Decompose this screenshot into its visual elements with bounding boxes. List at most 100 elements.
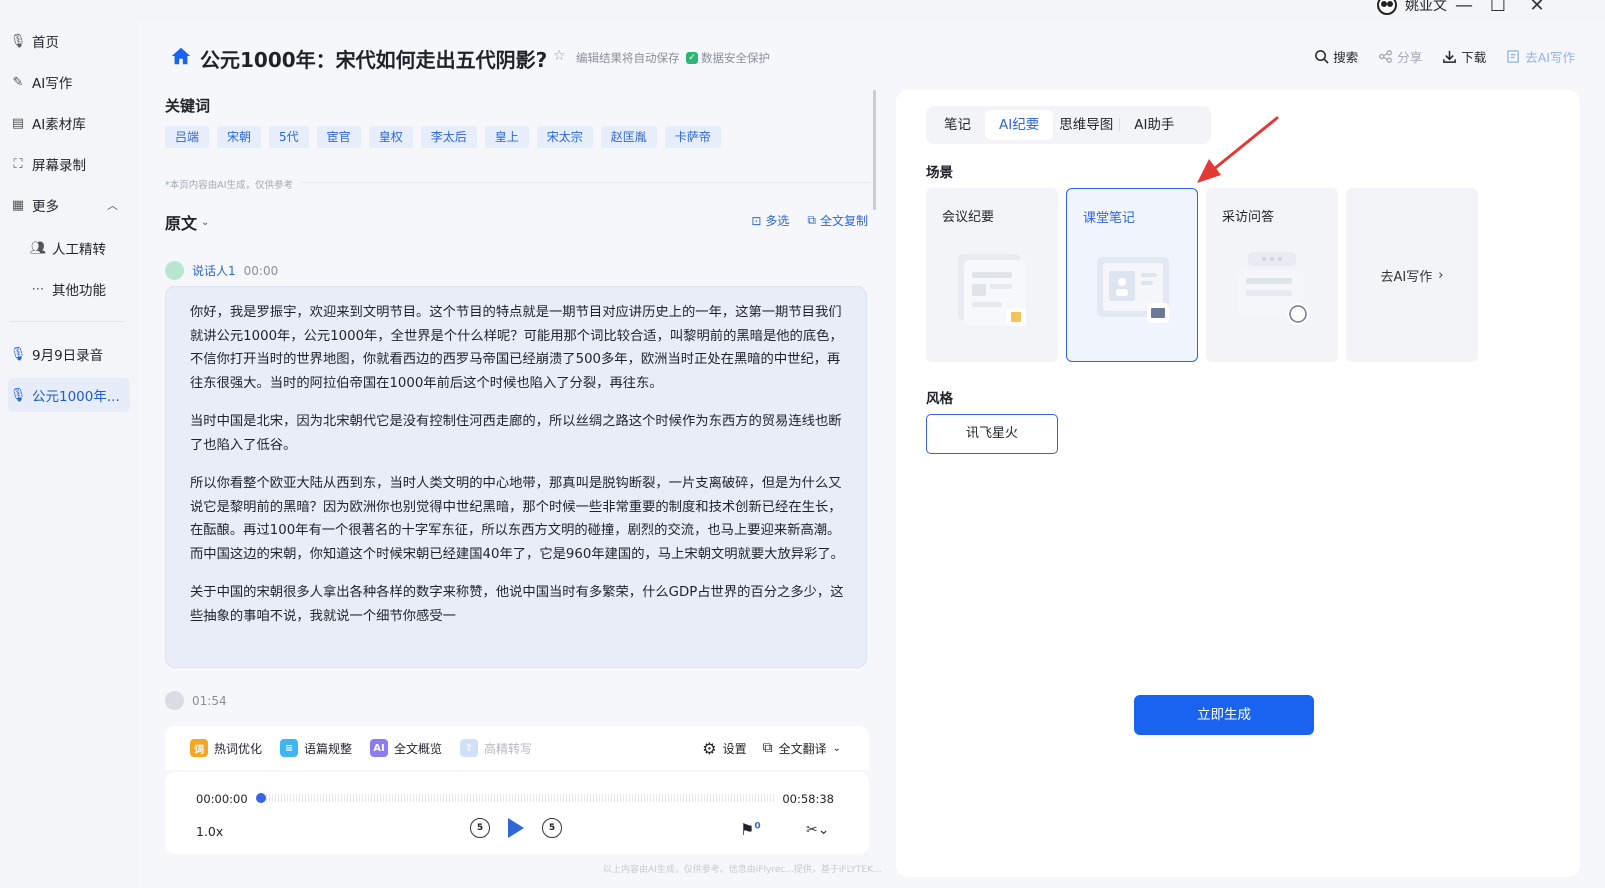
keyword-tag[interactable]: 5代 bbox=[269, 126, 309, 148]
original-text-dropdown[interactable]: 原文 ⌄ bbox=[165, 210, 209, 234]
sidebar-item-current-recording[interactable]: 🎙︎ 公元1000年... bbox=[8, 378, 130, 412]
hd-transcribe-button[interactable]: ⇧ 高精转写 bbox=[460, 739, 532, 757]
go-ai-writing-label: 去AI写作 bbox=[1380, 269, 1433, 285]
translate-label: 全文翻译 bbox=[778, 741, 827, 756]
sidebar-item-label: 9月9日录音 bbox=[32, 348, 104, 364]
scrollbar[interactable] bbox=[873, 90, 876, 210]
tab-ai-assistant[interactable]: AI助手 bbox=[1120, 110, 1188, 140]
page-title[interactable]: 公元1000年：宋代如何走出五代阴影? bbox=[200, 44, 547, 73]
maximize-icon[interactable]: ☐ bbox=[1486, 0, 1510, 16]
minimize-icon[interactable]: — bbox=[1452, 0, 1476, 16]
keywords-title: 关键词 bbox=[165, 97, 211, 115]
speaker-header: 01:54 bbox=[165, 691, 227, 710]
library-icon: ▤ bbox=[11, 115, 25, 131]
overview-button[interactable]: AI 全文概览 bbox=[370, 739, 442, 757]
sidebar-item-label: 公元1000年... bbox=[32, 389, 120, 405]
ai-panel: 笔记 AI纪要 思维导图 AI助手 场景 会议纪要 课堂笔记 采访问答 去AI写… bbox=[896, 90, 1580, 877]
hd-transcribe-label: 高精转写 bbox=[484, 741, 533, 756]
tab-mind-map[interactable]: 思维导图 bbox=[1053, 110, 1119, 140]
speed-button[interactable]: 1.0x bbox=[196, 824, 223, 839]
ai-write-button[interactable]: 去AI写作 bbox=[1506, 47, 1575, 66]
style-option-spark[interactable]: 讯飞星火 bbox=[926, 414, 1058, 454]
keyword-tag[interactable]: 宋朝 bbox=[217, 126, 262, 148]
speaker-timestamp[interactable]: 01:54 bbox=[192, 694, 227, 708]
grid-icon: ▦ bbox=[11, 197, 25, 213]
multi-select-label: 多选 bbox=[765, 214, 790, 228]
transcript-paragraph[interactable]: 所以你看整个欧亚大陆从西到东，当时人类文明的中心地带，那真叫是脱钩断裂，一片支离… bbox=[190, 472, 844, 566]
user-profile[interactable]: 姚亚文 bbox=[1377, 0, 1447, 15]
scene-section-label: 场景 bbox=[926, 165, 953, 181]
sidebar-item-recording-sep9[interactable]: 🎙︎ 9月9日录音 bbox=[8, 337, 130, 371]
keyword-tag[interactable]: 宦官 bbox=[316, 126, 361, 148]
paragraph-label: 语篇规整 bbox=[304, 741, 353, 756]
tab-ai-summary[interactable]: AI纪要 bbox=[985, 110, 1054, 140]
sidebar-item-screen-record[interactable]: ⛶ 屏幕录制 bbox=[8, 147, 130, 181]
keyword-tag[interactable]: 吕端 bbox=[165, 126, 210, 148]
generate-button[interactable]: 立即生成 bbox=[1134, 695, 1314, 735]
forward-5-button[interactable]: 5 bbox=[542, 818, 562, 838]
download-button[interactable]: 下载 bbox=[1442, 47, 1486, 66]
progress-knob[interactable] bbox=[256, 793, 266, 803]
settings-button[interactable]: ⚙ 设置 bbox=[702, 739, 746, 758]
rewind-5-button[interactable]: 5 bbox=[470, 818, 490, 838]
search-label: 搜索 bbox=[1333, 50, 1359, 65]
sidebar-item-ai-writing[interactable]: ✎ AI写作 bbox=[8, 65, 130, 99]
keyword-tag[interactable]: 赵匡胤 bbox=[600, 126, 657, 148]
toolbar-right: ⚙ 设置 ⧉ 全文翻译 ⌄ bbox=[702, 739, 869, 758]
ai-generated-note: *本页内容由AI生成，仅供参考 bbox=[165, 180, 294, 191]
speaker-timestamp[interactable]: 00:00 bbox=[244, 264, 279, 278]
progress-track[interactable] bbox=[256, 793, 775, 803]
home-icon[interactable] bbox=[170, 45, 192, 67]
close-icon[interactable]: ✕ bbox=[1525, 0, 1549, 16]
transcript-pane: 关键词 吕端 宋朝 5代 宦官 皇权 李太后 皇上 宋太宗 赵匡胤 卡萨帝 *本… bbox=[165, 90, 871, 888]
sidebar-item-home[interactable]: 🎙︎ 首页 bbox=[8, 24, 130, 58]
sidebar-item-other-features[interactable]: ⋯ 其他功能 bbox=[8, 272, 130, 306]
search-icon bbox=[1315, 50, 1329, 64]
copy-all-label: 全文复制 bbox=[819, 214, 868, 228]
tab-notes[interactable]: 笔记 bbox=[930, 110, 985, 140]
sidebar-item-ai-library[interactable]: ▤ AI素材库 bbox=[8, 106, 130, 140]
share-button[interactable]: 分享 bbox=[1378, 47, 1422, 66]
star-icon[interactable]: ☆ bbox=[553, 48, 566, 64]
download-icon bbox=[1443, 50, 1457, 63]
scene-label: 课堂笔记 bbox=[1083, 211, 1136, 226]
autosave-note: 编辑结果将自动保存 bbox=[576, 51, 680, 65]
search-button[interactable]: 搜索 bbox=[1314, 47, 1358, 66]
flag-button[interactable]: ⚑0 bbox=[740, 820, 761, 839]
multi-select-button[interactable]: ⊡ 多选 bbox=[751, 212, 789, 229]
sidebar-item-label: 屏幕录制 bbox=[32, 158, 86, 174]
transcript-paragraph[interactable]: 当时中国是北宋，因为北宋朝代它是没有控制住河西走廊的，所以丝绸之路这个时候作为东… bbox=[190, 410, 844, 457]
sidebar-item-human-transcribe[interactable]: 👥︎ 人工精转 bbox=[8, 231, 130, 265]
sidebar-item-label: AI写作 bbox=[32, 76, 73, 92]
sidebar-item-label: 更多 bbox=[32, 199, 59, 215]
keyword-tag[interactable]: 皇上 bbox=[484, 126, 529, 148]
paragraph-button[interactable]: ≡ 语篇规整 bbox=[280, 739, 352, 757]
panda-avatar-icon bbox=[1377, 0, 1397, 15]
keyword-tag[interactable]: 李太后 bbox=[420, 126, 477, 148]
transcript-paragraph[interactable]: 你好，我是罗振宇，欢迎来到文明节目。这个节目的特点就是一期节目对应讲历史上的一年… bbox=[190, 301, 844, 395]
go-ai-writing-card[interactable]: 去AI写作 › bbox=[1346, 188, 1478, 362]
scissors-icon[interactable]: ✂⌄ bbox=[806, 822, 829, 838]
keyword-tag[interactable]: 宋太宗 bbox=[536, 126, 593, 148]
transcript-paragraph[interactable]: 关于中国的宋朝很多人拿出各种各样的数字来称赞，他说中国当时有多繁荣，什么GDP占… bbox=[190, 581, 844, 628]
scene-card-meeting[interactable]: 会议纪要 bbox=[926, 188, 1058, 362]
play-icon[interactable] bbox=[508, 818, 524, 838]
security-label: 数据安全保护 bbox=[701, 51, 770, 65]
scene-card-classroom[interactable]: 课堂笔记 bbox=[1066, 188, 1198, 362]
chevron-up-icon: ︿ bbox=[107, 199, 118, 212]
screen-record-icon: ⛶ bbox=[13, 156, 23, 172]
divider bbox=[301, 182, 871, 183]
hot-words-button[interactable]: 词 热词优化 bbox=[190, 739, 262, 757]
paragraph-icon: ≡ bbox=[280, 739, 299, 757]
security-badge: ✓ 数据安全保护 bbox=[686, 50, 770, 66]
keyword-tag[interactable]: 卡萨帝 bbox=[664, 126, 721, 148]
speaker-name[interactable]: 说话人1 bbox=[192, 262, 236, 279]
transcript-block[interactable]: 你好，我是罗振宇，欢迎来到文明节目。这个节目的特点就是一期节目对应讲历史上的一年… bbox=[165, 286, 867, 668]
copy-all-button[interactable]: ⧉ 全文复制 bbox=[807, 212, 868, 229]
page-header: 公元1000年：宋代如何走出五代阴影? ☆ 编辑结果将自动保存 ✓ 数据安全保护… bbox=[138, 22, 1605, 90]
translate-button[interactable]: ⧉ 全文翻译 ⌄ bbox=[763, 739, 841, 758]
sidebar-item-more[interactable]: ▦ 更多 ︿ bbox=[8, 188, 130, 222]
sidebar-item-label: 人工精转 bbox=[52, 242, 106, 258]
scene-card-interview[interactable]: 采访问答 bbox=[1206, 188, 1338, 362]
keyword-tag[interactable]: 皇权 bbox=[368, 126, 413, 148]
